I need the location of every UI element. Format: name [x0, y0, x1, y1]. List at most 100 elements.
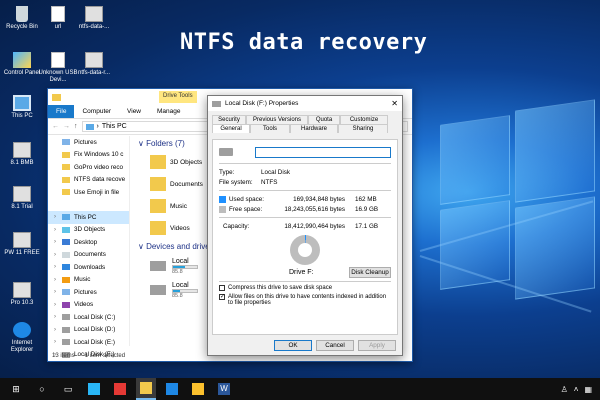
nav-item[interactable]: › Desktop	[48, 236, 129, 249]
up-arrow-icon[interactable]: ↑	[74, 123, 78, 130]
chevron-right-icon[interactable]: ›	[54, 327, 60, 333]
chevron-right-icon[interactable]: ›	[54, 302, 60, 308]
apply-button[interactable]: Apply	[358, 340, 396, 351]
folder-icon	[150, 177, 166, 191]
nav-item-label: Videos	[74, 301, 94, 309]
nav-item[interactable]: › Documents	[48, 249, 129, 262]
nav-item[interactable]: › Local Disk (E:)	[48, 336, 129, 349]
nav-item-label: This PC	[74, 213, 97, 221]
tab-manage[interactable]: Manage	[149, 105, 189, 118]
nav-item[interactable]: Use Emoji in file	[48, 186, 129, 199]
nav-item[interactable]: › 3D Objects	[48, 224, 129, 237]
compress-option[interactable]: Compress this drive to save disk space	[219, 285, 391, 291]
app-icon	[13, 142, 31, 158]
drive-icon	[62, 326, 70, 333]
tab-security[interactable]: Security	[212, 115, 246, 124]
nav-item[interactable]: › Music	[48, 274, 129, 287]
this-pc-icon	[85, 123, 94, 130]
tab-quota[interactable]: Quota	[308, 115, 340, 124]
task-view-icon[interactable]: ▭	[58, 378, 78, 400]
chevron-right-icon[interactable]: ›	[54, 252, 60, 258]
network-icon[interactable]: ▦	[584, 385, 592, 394]
desktop-icon-6[interactable]: This PC	[2, 95, 42, 120]
index-checkbox[interactable]: ✓	[219, 294, 225, 300]
desktop-icon-2[interactable]: ntfs-data-...	[74, 6, 114, 31]
disk-cleanup-button[interactable]: Disk Cleanup	[349, 267, 391, 278]
ok-button[interactable]: OK	[274, 340, 312, 351]
chevron-right-icon[interactable]: ›	[54, 339, 60, 345]
desktop-icon-3[interactable]: Control Panel	[2, 52, 42, 77]
nav-item	[48, 199, 129, 212]
desktop-icon-4[interactable]: Unknown USB Devi...	[38, 52, 78, 84]
desktop-icon-label: Pro 10.3	[10, 300, 34, 306]
properties-dialog[interactable]: Local Disk (F:) Properties ✕ Security Pre…	[207, 95, 403, 356]
folder-tile-label: 3D Objects	[170, 158, 203, 166]
desktop-icon-10[interactable]: Pro 10.3	[2, 282, 42, 307]
tab-previous-versions[interactable]: Previous Versions	[246, 115, 308, 124]
chevron-right-icon[interactable]: ›	[54, 314, 60, 320]
compress-checkbox[interactable]	[219, 285, 225, 291]
cancel-button[interactable]: Cancel	[316, 340, 354, 351]
chevron-right-icon[interactable]: ›	[54, 227, 60, 233]
drive-label: Local	[172, 281, 189, 289]
capacity-size: 17.1 GB	[355, 222, 379, 230]
desktop-icon-11[interactable]: Internet Explorer	[2, 322, 42, 354]
tab-sharing[interactable]: Sharing	[338, 124, 388, 133]
tab-view[interactable]: View	[119, 105, 149, 118]
index-option[interactable]: ✓ Allow files on this drive to have cont…	[219, 294, 391, 306]
system-tray: ♙ ˄ ▦	[561, 385, 600, 394]
nav-item[interactable]: Pictures	[48, 136, 129, 149]
nav-item[interactable]: › Local Disk (D:)	[48, 324, 129, 337]
desktop-icon-7[interactable]: 8.1 BMB	[2, 142, 42, 167]
taskbar-glyph	[192, 383, 204, 395]
desktop-icon-1[interactable]: url	[38, 6, 78, 31]
close-icon[interactable]: ✕	[391, 99, 398, 108]
back-arrow-icon[interactable]: ←	[52, 123, 59, 130]
app-icon[interactable]	[84, 378, 104, 400]
nav-item-label: Fix Windows 10 c	[74, 151, 124, 159]
nav-item[interactable]: › Videos	[48, 299, 129, 312]
tab-general[interactable]: General	[212, 124, 250, 133]
file-explorer-icon[interactable]	[136, 378, 156, 400]
word-icon[interactable]: W	[214, 378, 234, 400]
forward-arrow-icon[interactable]: →	[63, 123, 70, 130]
folder-icon	[62, 164, 70, 171]
tab-file[interactable]: File	[48, 105, 75, 118]
chevron-right-icon[interactable]: ›	[54, 277, 60, 283]
drive-tools-tab[interactable]: Drive Tools	[159, 91, 197, 103]
app-icon[interactable]	[188, 378, 208, 400]
desktop-icon-5[interactable]: ntfs-data-r...	[74, 52, 114, 77]
tab-tools[interactable]: Tools	[250, 124, 290, 133]
folders-header-label: Folders (7)	[146, 139, 185, 148]
tab-hardware[interactable]: Hardware	[290, 124, 338, 133]
chevron-right-icon[interactable]: ›	[54, 264, 60, 270]
chevron-right-icon[interactable]: ›	[54, 239, 60, 245]
search-icon[interactable]: ○	[32, 378, 52, 400]
recycle-bin-icon	[16, 6, 28, 22]
divider	[219, 217, 391, 218]
dialog-buttons: OK Cancel Apply	[274, 340, 396, 351]
nav-item[interactable]: › Downloads	[48, 261, 129, 274]
nav-item[interactable]: › This PC	[48, 211, 129, 224]
nav-item[interactable]: › Local Disk (C:)	[48, 311, 129, 324]
nav-item[interactable]: › Pictures	[48, 286, 129, 299]
desktop-icon-0[interactable]: Recycle Bin	[2, 6, 42, 31]
app-icon[interactable]	[162, 378, 182, 400]
app-icon[interactable]	[110, 378, 130, 400]
desktop-icon-9[interactable]: PW 11 FREE	[2, 232, 42, 257]
tab-customize[interactable]: Customize	[340, 115, 388, 124]
tab-computer[interactable]: Computer	[74, 105, 119, 118]
chevron-right-icon[interactable]: ›	[54, 214, 60, 220]
nav-item[interactable]: NTFS data recove	[48, 174, 129, 187]
desktop-icon-8[interactable]: 8.1 Trial	[2, 186, 42, 211]
breadcrumb[interactable]: This PC	[102, 123, 127, 130]
nav-item[interactable]: Fix Windows 10 c	[48, 149, 129, 162]
people-icon[interactable]: ♙	[561, 385, 568, 394]
volume-label-input[interactable]: ​	[255, 146, 391, 158]
chevron-right-icon[interactable]: ›	[54, 289, 60, 295]
properties-titlebar[interactable]: Local Disk (F:) Properties ✕	[208, 96, 402, 111]
this-pc-icon	[13, 95, 31, 111]
nav-item[interactable]: GoPro video reco	[48, 161, 129, 174]
up-arrow-icon[interactable]: ˄	[574, 385, 579, 394]
start-icon[interactable]: ⊞	[6, 378, 26, 400]
